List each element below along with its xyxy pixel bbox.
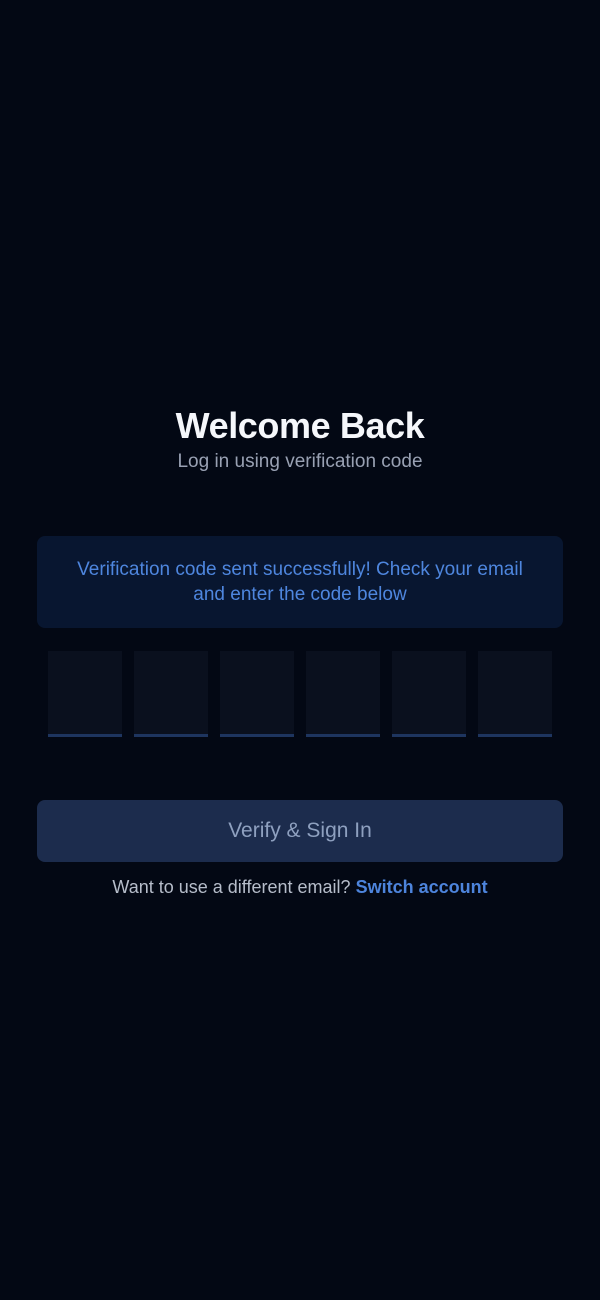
code-digit-4[interactable] [306, 651, 380, 737]
verify-sign-in-button[interactable]: Verify & Sign In [37, 800, 563, 862]
code-digit-2[interactable] [134, 651, 208, 737]
page-subtitle: Log in using verification code [177, 451, 423, 472]
login-screen: Welcome Back Log in using verification c… [0, 0, 600, 1300]
code-digit-6[interactable] [478, 651, 552, 737]
welcome-header: Welcome Back Log in using verification c… [0, 402, 600, 474]
switch-account-prompt: Want to use a different email? [112, 877, 351, 897]
verification-sent-alert: Verification code sent successfully! Che… [37, 536, 563, 628]
switch-account-row: Want to use a different email? Switch ac… [0, 875, 600, 899]
code-digit-3[interactable] [220, 651, 294, 737]
switch-account-link[interactable]: Switch account [356, 877, 488, 897]
verification-code-fields [48, 651, 552, 739]
code-digit-1[interactable] [48, 651, 122, 737]
page-title: Welcome Back [175, 405, 425, 446]
code-digit-5[interactable] [392, 651, 466, 737]
alert-message: Verification code sent successfully! Che… [77, 559, 523, 605]
